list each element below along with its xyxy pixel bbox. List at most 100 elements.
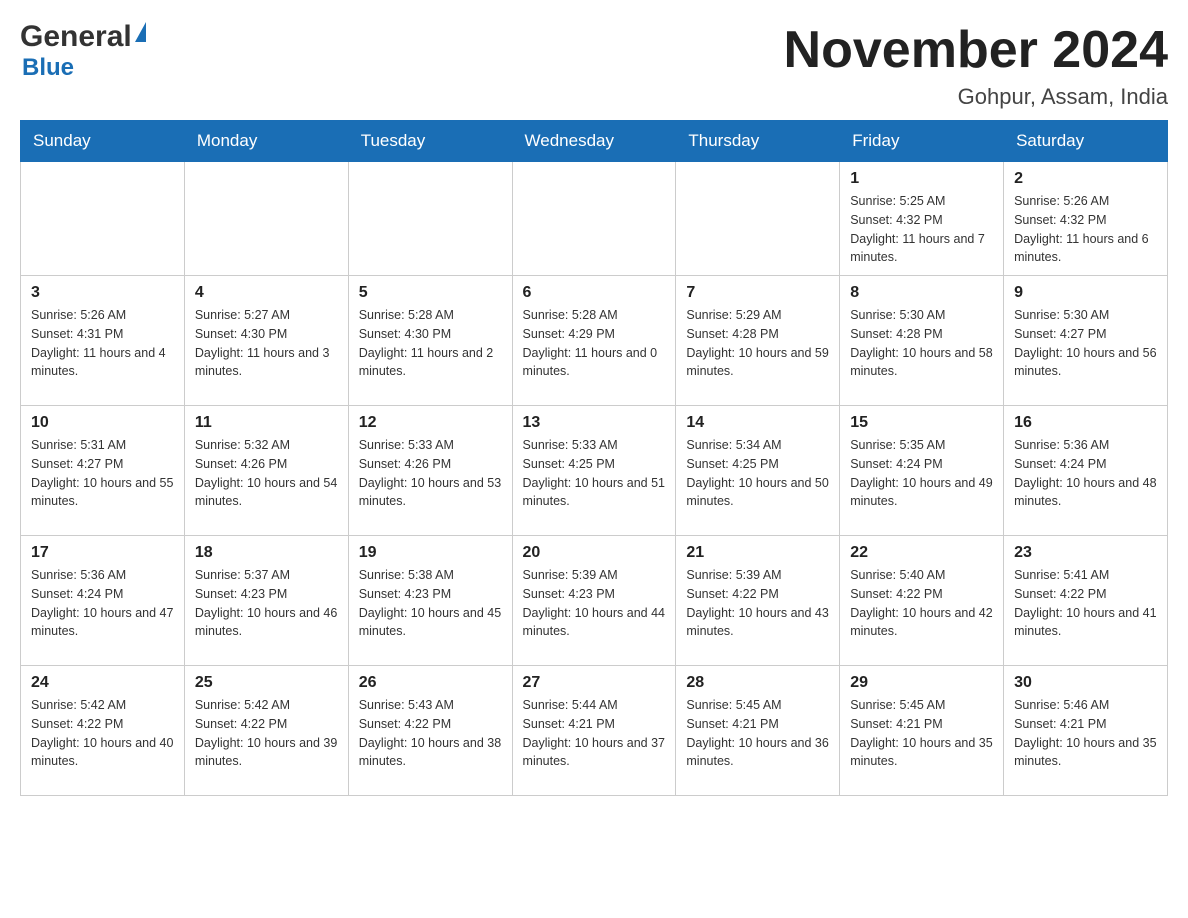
calendar-cell (348, 162, 512, 276)
day-number: 22 (850, 544, 993, 562)
day-sun-info: Sunrise: 5:27 AM Sunset: 4:30 PM Dayligh… (195, 306, 338, 381)
day-sun-info: Sunrise: 5:28 AM Sunset: 4:30 PM Dayligh… (359, 306, 502, 381)
calendar-cell: 4 Sunrise: 5:27 AM Sunset: 4:30 PM Daylig… (184, 276, 348, 406)
day-number: 6 (523, 284, 666, 302)
calendar-cell: 22 Sunrise: 5:40 AM Sunset: 4:22 PM Dayli… (840, 536, 1004, 666)
day-number: 8 (850, 284, 993, 302)
calendar-cell: 12 Sunrise: 5:33 AM Sunset: 4:26 PM Dayli… (348, 406, 512, 536)
day-number: 16 (1014, 414, 1157, 432)
calendar-cell (676, 162, 840, 276)
calendar-cell: 3 Sunrise: 5:26 AM Sunset: 4:31 PM Daylig… (21, 276, 185, 406)
day-sun-info: Sunrise: 5:37 AM Sunset: 4:23 PM Dayligh… (195, 566, 338, 641)
day-sun-info: Sunrise: 5:46 AM Sunset: 4:21 PM Dayligh… (1014, 696, 1157, 771)
day-number: 15 (850, 414, 993, 432)
day-number: 1 (850, 170, 993, 188)
logo-general: General (20, 20, 132, 54)
logo-triangle-icon (135, 22, 146, 42)
day-header-wednesday: Wednesday (512, 121, 676, 162)
day-number: 24 (31, 674, 174, 692)
day-number: 27 (523, 674, 666, 692)
day-sun-info: Sunrise: 5:32 AM Sunset: 4:26 PM Dayligh… (195, 436, 338, 511)
calendar-cell: 15 Sunrise: 5:35 AM Sunset: 4:24 PM Dayli… (840, 406, 1004, 536)
day-number: 5 (359, 284, 502, 302)
day-header-thursday: Thursday (676, 121, 840, 162)
week-row-2: 3 Sunrise: 5:26 AM Sunset: 4:31 PM Daylig… (21, 276, 1168, 406)
calendar-cell: 1Sunrise: 5:25 AM Sunset: 4:32 PM Daylig… (840, 162, 1004, 276)
day-number: 20 (523, 544, 666, 562)
day-sun-info: Sunrise: 5:34 AM Sunset: 4:25 PM Dayligh… (686, 436, 829, 511)
calendar-cell: 2 Sunrise: 5:26 AM Sunset: 4:32 PM Daylig… (1004, 162, 1168, 276)
day-number: 7 (686, 284, 829, 302)
day-number: 17 (31, 544, 174, 562)
day-header-row: SundayMondayTuesdayWednesdayThursdayFrid… (21, 121, 1168, 162)
day-number: 28 (686, 674, 829, 692)
day-number: 3 (31, 284, 174, 302)
calendar-cell: 18 Sunrise: 5:37 AM Sunset: 4:23 PM Dayli… (184, 536, 348, 666)
calendar-cell: 21 Sunrise: 5:39 AM Sunset: 4:22 PM Dayli… (676, 536, 840, 666)
day-header-monday: Monday (184, 121, 348, 162)
day-sun-info: Sunrise: 5:39 AM Sunset: 4:23 PM Dayligh… (523, 566, 666, 641)
day-sun-info: Sunrise: 5:33 AM Sunset: 4:26 PM Dayligh… (359, 436, 502, 511)
day-number: 19 (359, 544, 502, 562)
day-sun-info: Sunrise: 5:31 AM Sunset: 4:27 PM Dayligh… (31, 436, 174, 511)
calendar-cell: 30Sunrise: 5:46 AM Sunset: 4:21 PM Dayli… (1004, 666, 1168, 796)
calendar-cell (184, 162, 348, 276)
page-header: General Blue November 2024 Gohpur, Assam… (20, 20, 1168, 110)
day-number: 10 (31, 414, 174, 432)
day-sun-info: Sunrise: 5:45 AM Sunset: 4:21 PM Dayligh… (686, 696, 829, 771)
calendar-cell: 11 Sunrise: 5:32 AM Sunset: 4:26 PM Dayli… (184, 406, 348, 536)
day-sun-info: Sunrise: 5:26 AM Sunset: 4:32 PM Dayligh… (1014, 192, 1157, 267)
day-number: 12 (359, 414, 502, 432)
day-sun-info: Sunrise: 5:38 AM Sunset: 4:23 PM Dayligh… (359, 566, 502, 641)
day-number: 13 (523, 414, 666, 432)
title-block: November 2024 Gohpur, Assam, India (784, 20, 1168, 110)
day-number: 26 (359, 674, 502, 692)
week-row-5: 24 Sunrise: 5:42 AM Sunset: 4:22 PM Dayli… (21, 666, 1168, 796)
day-number: 2 (1014, 170, 1157, 188)
calendar-cell: 6 Sunrise: 5:28 AM Sunset: 4:29 PM Daylig… (512, 276, 676, 406)
day-sun-info: Sunrise: 5:43 AM Sunset: 4:22 PM Dayligh… (359, 696, 502, 771)
calendar-cell: 10 Sunrise: 5:31 AM Sunset: 4:27 PM Dayli… (21, 406, 185, 536)
calendar-cell: 24 Sunrise: 5:42 AM Sunset: 4:22 PM Dayli… (21, 666, 185, 796)
calendar-cell: 28 Sunrise: 5:45 AM Sunset: 4:21 PM Dayli… (676, 666, 840, 796)
day-number: 25 (195, 674, 338, 692)
day-sun-info: Sunrise: 5:26 AM Sunset: 4:31 PM Dayligh… (31, 306, 174, 381)
day-sun-info: Sunrise: 5:35 AM Sunset: 4:24 PM Dayligh… (850, 436, 993, 511)
day-sun-info: Sunrise: 5:39 AM Sunset: 4:22 PM Dayligh… (686, 566, 829, 641)
day-number: 29 (850, 674, 993, 692)
day-sun-info: Sunrise: 5:42 AM Sunset: 4:22 PM Dayligh… (31, 696, 174, 771)
calendar-cell: 14 Sunrise: 5:34 AM Sunset: 4:25 PM Dayli… (676, 406, 840, 536)
day-sun-info: Sunrise: 5:36 AM Sunset: 4:24 PM Dayligh… (1014, 436, 1157, 511)
day-sun-info: Sunrise: 5:44 AM Sunset: 4:21 PM Dayligh… (523, 696, 666, 771)
day-header-saturday: Saturday (1004, 121, 1168, 162)
day-number: 14 (686, 414, 829, 432)
logo-blue: Blue (22, 54, 74, 82)
calendar-cell: 23Sunrise: 5:41 AM Sunset: 4:22 PM Dayli… (1004, 536, 1168, 666)
logo: General Blue (20, 20, 146, 82)
calendar-cell: 8 Sunrise: 5:30 AM Sunset: 4:28 PM Daylig… (840, 276, 1004, 406)
week-row-3: 10 Sunrise: 5:31 AM Sunset: 4:27 PM Dayli… (21, 406, 1168, 536)
day-number: 21 (686, 544, 829, 562)
day-header-tuesday: Tuesday (348, 121, 512, 162)
calendar-cell: 16 Sunrise: 5:36 AM Sunset: 4:24 PM Dayli… (1004, 406, 1168, 536)
calendar-cell: 20 Sunrise: 5:39 AM Sunset: 4:23 PM Dayli… (512, 536, 676, 666)
calendar-cell: 19 Sunrise: 5:38 AM Sunset: 4:23 PM Dayli… (348, 536, 512, 666)
day-sun-info: Sunrise: 5:45 AM Sunset: 4:21 PM Dayligh… (850, 696, 993, 771)
day-sun-info: Sunrise: 5:41 AM Sunset: 4:22 PM Dayligh… (1014, 566, 1157, 641)
day-sun-info: Sunrise: 5:40 AM Sunset: 4:22 PM Dayligh… (850, 566, 993, 641)
day-number: 11 (195, 414, 338, 432)
location-title: Gohpur, Assam, India (784, 84, 1168, 110)
calendar-table: SundayMondayTuesdayWednesdayThursdayFrid… (20, 120, 1168, 796)
calendar-cell: 26 Sunrise: 5:43 AM Sunset: 4:22 PM Dayli… (348, 666, 512, 796)
day-number: 4 (195, 284, 338, 302)
day-sun-info: Sunrise: 5:29 AM Sunset: 4:28 PM Dayligh… (686, 306, 829, 381)
day-header-sunday: Sunday (21, 121, 185, 162)
calendar-cell: 25 Sunrise: 5:42 AM Sunset: 4:22 PM Dayli… (184, 666, 348, 796)
week-row-4: 17Sunrise: 5:36 AM Sunset: 4:24 PM Dayli… (21, 536, 1168, 666)
day-sun-info: Sunrise: 5:28 AM Sunset: 4:29 PM Dayligh… (523, 306, 666, 381)
day-sun-info: Sunrise: 5:42 AM Sunset: 4:22 PM Dayligh… (195, 696, 338, 771)
month-title: November 2024 (784, 20, 1168, 80)
day-sun-info: Sunrise: 5:30 AM Sunset: 4:28 PM Dayligh… (850, 306, 993, 381)
calendar-cell: 7 Sunrise: 5:29 AM Sunset: 4:28 PM Daylig… (676, 276, 840, 406)
day-number: 18 (195, 544, 338, 562)
